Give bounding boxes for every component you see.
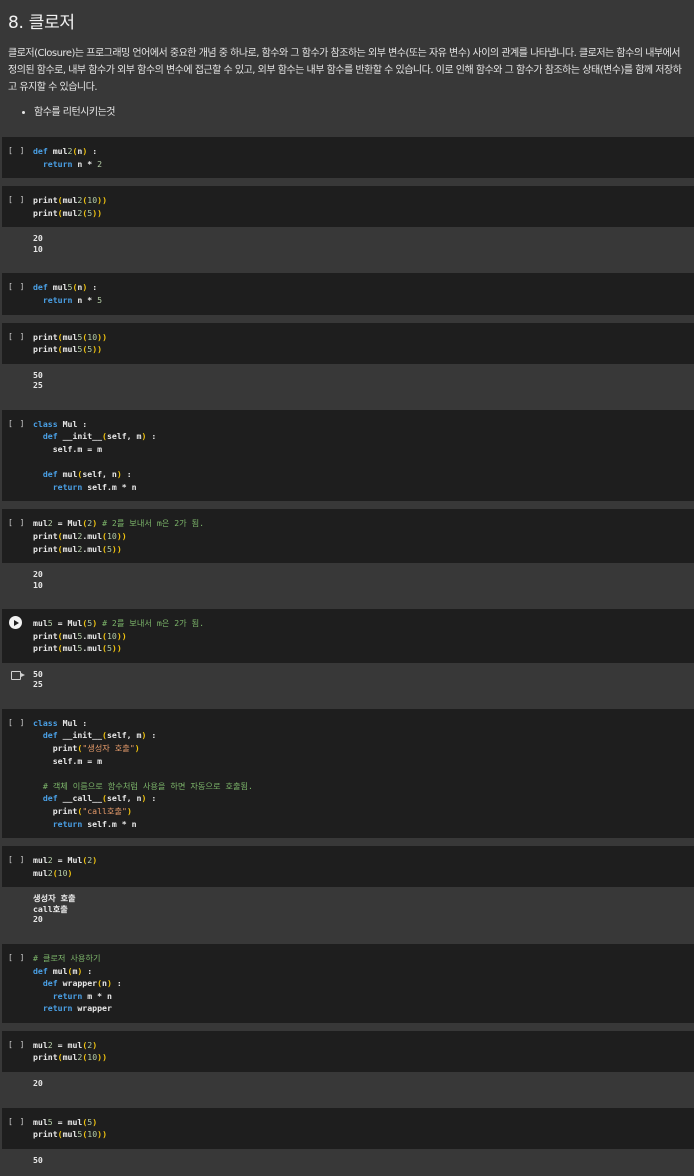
code-cell[interactable]: [ ] print(mul2(10)) print(mul2(5)) 20 10	[2, 186, 694, 266]
code-cell-list: [ ] def mul2(n) : return n * 2 [ ] print(mu…	[0, 137, 694, 1176]
code-text[interactable]: def mul2(n) : return n * 2	[33, 145, 694, 170]
output-redirect-icon[interactable]	[11, 670, 25, 680]
code-text[interactable]: print(mul5(10)) print(mul5(5))	[33, 331, 694, 356]
output-text: 20 10	[33, 569, 43, 590]
code-text[interactable]: mul5 = mul(5) print(mul5(10))	[33, 1116, 694, 1141]
code-cell[interactable]: [ ] mul2 = Mul(2) mul2(10) 생성자 호출 call호출 2…	[2, 846, 694, 936]
code-cell[interactable]: [ ] mul2 = mul(2) print(mul2(10)) 20	[2, 1030, 694, 1100]
code-text[interactable]: mul2 = Mul(2) mul2(10)	[33, 854, 694, 879]
output-text: 20 10	[33, 233, 43, 254]
code-cell[interactable]: [ ] print(mul5(10)) print(mul5(5)) 50 25	[2, 322, 694, 402]
code-cell[interactable]: [ ] class Mul : def __init__(self, m) : s…	[2, 409, 694, 502]
code-text[interactable]: class Mul : def __init__(self, m) : prin…	[33, 717, 694, 830]
run-cell-button[interactable]: [ ]	[8, 953, 25, 962]
output-text: 20	[33, 1078, 43, 1089]
code-cell[interactable]: [ ] mul5 = mul(5) print(mul5(10)) 50	[2, 1107, 694, 1176]
cell-output: 20	[2, 1072, 694, 1100]
cell-output: 생성자 호출 call호출 20	[2, 887, 694, 936]
code-input[interactable]: [ ] # 클로저 사용하기 def mul(m) : def wrapper(n…	[2, 943, 694, 1023]
code-input[interactable]: [ ] def mul2(n) : return n * 2	[2, 137, 694, 179]
run-cell-button[interactable]: [ ]	[8, 282, 25, 291]
cell-output: 50	[2, 1148, 694, 1176]
run-cell-button[interactable]: [ ]	[8, 518, 25, 527]
code-input[interactable]: [ ] mul2 = mul(2) print(mul2(10))	[2, 1030, 694, 1073]
output-text: 생성자 호출 call호출 20	[33, 893, 76, 925]
output-text: 50 25	[33, 369, 43, 391]
cell-output: 20 10	[2, 227, 694, 266]
bullet-list: 함수를 리턴시키는것	[8, 106, 686, 120]
run-cell-button[interactable]: [ ]	[8, 1040, 25, 1049]
code-text[interactable]: print(mul2(10)) print(mul2(5))	[33, 194, 694, 219]
code-cell[interactable]: [ ] def mul5(n) : return n * 5	[2, 273, 694, 315]
code-input[interactable]: [ ] def mul5(n) : return n * 5	[2, 273, 694, 315]
code-text[interactable]: mul5 = Mul(5) # 2를 보내서 m은 2가 됨. print(mu…	[33, 617, 694, 655]
code-cell[interactable]: [ ] class Mul : def __init__(self, m) : p…	[2, 708, 694, 839]
run-cell-button[interactable]: [ ]	[8, 332, 25, 341]
code-input[interactable]: mul5 = Mul(5) # 2를 보내서 m은 2가 됨. print(mu…	[2, 609, 694, 663]
code-input[interactable]: [ ] print(mul5(10)) print(mul5(5))	[2, 322, 694, 364]
code-text[interactable]: mul2 = Mul(2) # 2를 보내서 m은 2가 됨. print(mu…	[33, 517, 694, 555]
output-text: 50	[33, 1154, 43, 1165]
code-input[interactable]: [ ] class Mul : def __init__(self, m) : p…	[2, 708, 694, 839]
code-cell[interactable]: [ ] mul2 = Mul(2) # 2를 보내서 m은 2가 됨. print…	[2, 509, 694, 602]
code-input[interactable]: [ ] mul2 = Mul(2) mul2(10)	[2, 846, 694, 888]
code-input[interactable]: [ ] class Mul : def __init__(self, m) : s…	[2, 409, 694, 502]
code-input[interactable]: [ ] mul5 = mul(5) print(mul5(10))	[2, 1107, 694, 1149]
code-input[interactable]: [ ] print(mul2(10)) print(mul2(5))	[2, 186, 694, 228]
cell-output: 20 10	[2, 563, 694, 602]
code-text[interactable]: mul2 = mul(2) print(mul2(10))	[33, 1039, 694, 1064]
code-text[interactable]: # 클로저 사용하기 def mul(m) : def wrapper(n) :…	[33, 952, 694, 1015]
code-text[interactable]: def mul5(n) : return n * 5	[33, 281, 694, 306]
run-cell-button[interactable]: [ ]	[8, 855, 25, 864]
section-title: 8. 클로저	[8, 13, 75, 33]
run-cell-icon[interactable]	[9, 616, 22, 630]
description-paragraph: 클로저(Closure)는 프로그래밍 언어에서 중요한 개념 중 하나로, 함…	[8, 48, 682, 93]
cell-output: 50 25	[2, 363, 694, 402]
code-cell[interactable]: [ ] # 클로저 사용하기 def mul(m) : def wrapper(n…	[2, 943, 694, 1023]
code-cell[interactable]: mul5 = Mul(5) # 2를 보내서 m은 2가 됨. print(mu…	[2, 609, 694, 701]
code-cell[interactable]: [ ] def mul2(n) : return n * 2	[2, 137, 694, 179]
markdown-cell: 8. 클로저 클로저(Closure)는 프로그래밍 언어에서 중요한 개념 중…	[0, 0, 694, 120]
bullet-item: 함수를 리턴시키는것	[34, 106, 686, 120]
run-cell-button[interactable]: [ ]	[8, 419, 25, 428]
run-cell-button[interactable]: [ ]	[8, 146, 25, 155]
code-input[interactable]: [ ] mul2 = Mul(2) # 2를 보내서 m은 2가 됨. print…	[2, 509, 694, 564]
output-text: 50 25	[33, 668, 43, 690]
run-cell-button[interactable]: [ ]	[8, 195, 25, 204]
run-cell-button[interactable]: [ ]	[8, 718, 25, 727]
run-cell-button[interactable]: [ ]	[8, 1117, 25, 1126]
cell-output: 50 25	[2, 662, 694, 701]
code-text[interactable]: class Mul : def __init__(self, m) : self…	[33, 418, 694, 494]
